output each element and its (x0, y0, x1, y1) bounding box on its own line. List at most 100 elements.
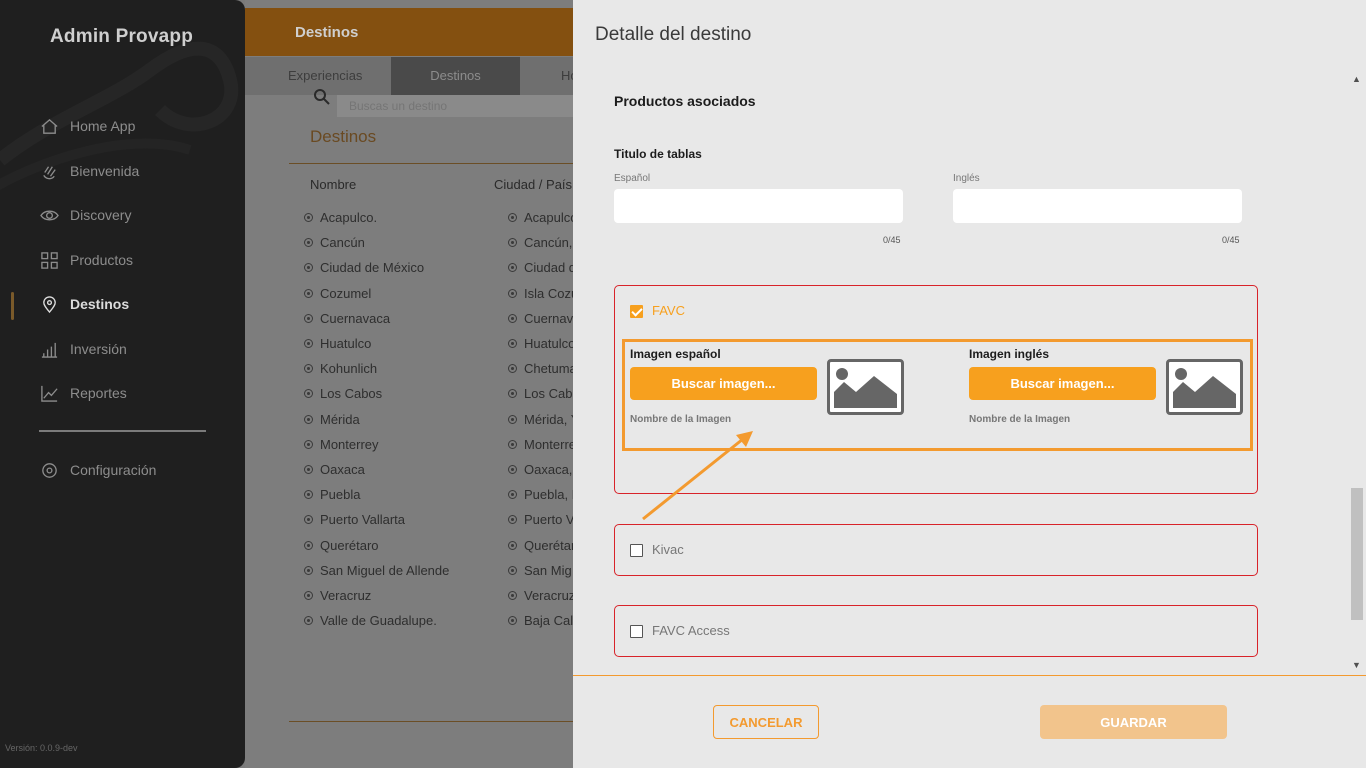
destination-name-cell[interactable]: Huatulco (304, 336, 371, 351)
cell-text: Isla Cozu (524, 285, 579, 301)
radio-icon (304, 565, 313, 575)
destination-city-cell[interactable]: Cuernava (508, 311, 580, 326)
scroll-down-arrow-icon[interactable]: ▼ (1352, 660, 1361, 670)
destination-city-cell[interactable]: Puebla, P (508, 487, 580, 502)
destination-name-cell[interactable]: Querétaro (304, 538, 379, 553)
annotation-arrow-icon (642, 431, 753, 521)
radio-icon (304, 213, 313, 222)
destination-name-cell[interactable]: Puebla (304, 487, 360, 502)
english-label: Inglés (953, 173, 980, 184)
favc-checkbox[interactable] (630, 305, 643, 318)
destination-city-cell[interactable]: Chetuma (508, 361, 577, 376)
destination-name-cell[interactable]: Cozumel (304, 286, 371, 301)
bottom-divider (289, 721, 589, 722)
cell-text: San Miguel de Allende (320, 562, 450, 578)
radio-icon (304, 364, 313, 374)
destination-name-cell[interactable]: Valle de Guadalupe. (304, 613, 437, 628)
radio-icon (508, 439, 517, 449)
table-title-english-input[interactable] (953, 189, 1242, 223)
scrollbar-thumb[interactable] (1351, 488, 1363, 620)
radio-icon (304, 540, 313, 550)
scroll-up-arrow-icon[interactable]: ▲ (1352, 74, 1361, 84)
destination-city-cell[interactable]: Querétar (508, 538, 575, 553)
destination-city-cell[interactable]: Monterre (508, 437, 576, 452)
kivac-checkbox[interactable] (630, 544, 643, 557)
radio-icon (508, 515, 517, 525)
cell-text: Puebla, P (524, 487, 581, 503)
destination-city-cell[interactable]: Huatulco (508, 336, 575, 351)
sidebar-item-destinos[interactable]: Destinos (40, 292, 129, 316)
destination-city-cell[interactable]: Cancún, (508, 235, 572, 250)
destination-name-cell[interactable]: Monterrey (304, 437, 379, 452)
image-spanish-filename: Nombre de la Imagen (630, 414, 732, 425)
image-spanish-placeholder-icon (827, 359, 904, 415)
main-content: Destinos Experiencias Destinos Ho Destin… (245, 0, 597, 768)
cell-text: Acapulco (524, 210, 578, 225)
save-button[interactable]: GUARDAR (1040, 705, 1227, 739)
sidebar-item-bienvenida[interactable]: Bienvenida (40, 159, 139, 183)
destination-city-cell[interactable]: Veracruz (508, 588, 575, 603)
search-input[interactable] (337, 95, 597, 117)
destination-name-cell[interactable]: Kohunlich (304, 361, 377, 376)
sidebar-item-inversion[interactable]: Inversión (40, 337, 127, 361)
radio-icon (304, 465, 313, 474)
destination-name-cell[interactable]: Veracruz (304, 588, 371, 603)
cell-text: Querétar (524, 537, 576, 553)
cancel-button[interactable]: CANCELAR (713, 705, 819, 739)
radio-icon (508, 414, 517, 424)
main-header: Destinos (245, 8, 585, 56)
cell-text: Cuernava (524, 310, 581, 326)
destination-name-cell[interactable]: Ciudad de México (304, 260, 424, 275)
destination-city-cell[interactable]: San Mig (508, 563, 572, 578)
tab-destinos[interactable]: Destinos (391, 57, 520, 95)
cell-text: Cozumel (320, 285, 372, 301)
destination-name-cell[interactable]: Cancún (304, 235, 365, 250)
table-title-spanish-input[interactable] (614, 189, 903, 223)
destination-name-cell[interactable]: Acapulco. (304, 210, 377, 225)
spanish-label: Español (614, 173, 651, 184)
sidebar-item-productos[interactable]: Productos (40, 248, 133, 272)
destination-city-cell[interactable]: Acapulco (508, 210, 577, 225)
radio-icon (304, 414, 313, 424)
destination-city-cell[interactable]: Ciudad d (508, 260, 576, 275)
search-image-english-button[interactable]: Buscar imagen... (969, 367, 1156, 400)
destination-name-cell[interactable]: Cuernavaca (304, 311, 390, 326)
cell-text: Mérida (320, 411, 360, 427)
section-divider (289, 163, 589, 164)
favc-access-checkbox[interactable] (630, 625, 643, 638)
destination-name-cell[interactable]: Mérida (304, 412, 360, 427)
search-image-spanish-button[interactable]: Buscar imagen... (630, 367, 817, 400)
destination-name-cell[interactable]: San Miguel de Allende (304, 563, 449, 578)
destination-city-cell[interactable]: Baja Cal (508, 613, 573, 628)
section-title: Destinos (310, 127, 377, 146)
cell-text: Huatulco (320, 336, 372, 351)
panel-title: Detalle del destino (595, 24, 752, 45)
cell-text: Kohunlich (320, 361, 378, 377)
radio-icon (304, 288, 313, 298)
destination-name-cell[interactable]: Puerto Vallarta (304, 512, 405, 527)
sidebar-item-label: Configuración (70, 462, 157, 478)
sidebar-item-home-app[interactable]: Home App (40, 114, 135, 138)
destination-name-cell[interactable]: Oaxaca (304, 462, 365, 477)
tab-bar: Experiencias Destinos Ho (245, 57, 585, 95)
destination-city-cell[interactable]: Los Cab (508, 386, 572, 401)
cell-text: Oaxaca (320, 462, 365, 477)
line-chart-icon (41, 385, 58, 402)
footer-divider (573, 675, 1366, 676)
radio-icon (508, 490, 517, 500)
sidebar-item-reportes[interactable]: Reportes (40, 381, 127, 405)
sidebar-item-label: Bienvenida (70, 163, 140, 179)
destination-city-cell[interactable]: Isla Cozu (508, 286, 578, 301)
app-brand: Admin Provapp (50, 26, 194, 47)
sidebar-item-label: Destinos (70, 296, 130, 312)
destination-detail-panel: Detalle del destino ▲ ▼ Productos asocia… (573, 0, 1366, 768)
bar-chart-icon (41, 342, 58, 358)
sidebar-item-configuracion[interactable]: Configuración (40, 458, 156, 482)
active-indicator (11, 292, 14, 320)
destination-city-cell[interactable]: Oaxaca, (508, 462, 572, 477)
destination-city-cell[interactable]: Puerto V (508, 512, 575, 527)
wave-hand-icon (43, 165, 56, 179)
destination-city-cell[interactable]: Mérida, Y (508, 412, 579, 427)
destination-name-cell[interactable]: Los Cabos (304, 386, 382, 401)
sidebar-item-discovery[interactable]: Discovery (40, 203, 131, 227)
